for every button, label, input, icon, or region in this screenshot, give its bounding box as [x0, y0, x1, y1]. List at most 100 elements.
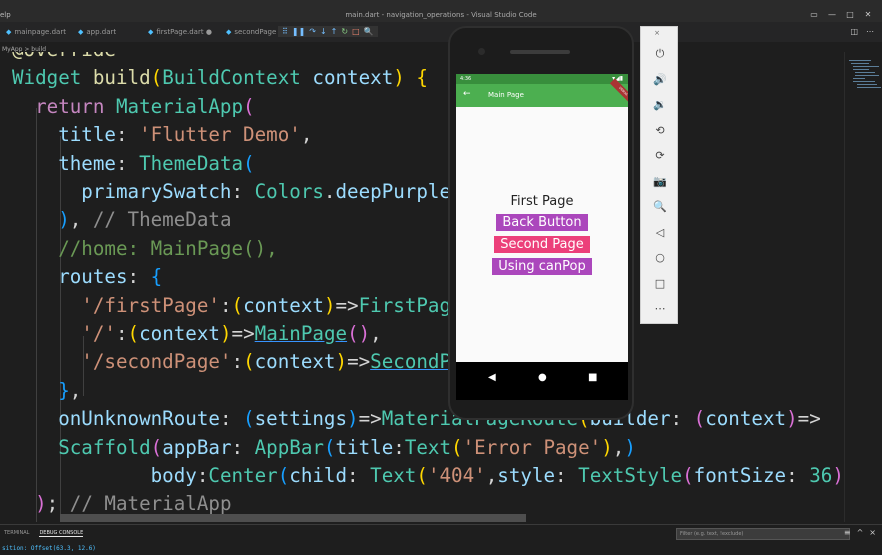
code-token: deepPurple [335, 180, 452, 203]
emulator-screen[interactable]: 4:36 ▾◢▮ ← Main Page DEBUG First Page Ba… [456, 74, 628, 400]
clear-console-icon[interactable]: ≡ [844, 528, 851, 537]
hot-reload-button[interactable]: ↻ [341, 27, 348, 36]
tab-secondpage[interactable]: ◆ secondPage [220, 22, 282, 42]
code-token: body [12, 464, 197, 487]
back-icon[interactable]: ◁ [641, 226, 679, 239]
code-token: ) [393, 66, 417, 90]
minimize-button[interactable]: — [826, 10, 838, 19]
code-line[interactable]: Scaffold(appBar: AppBar(title:Text('Erro… [12, 434, 636, 462]
code-line[interactable]: body:Center(child: Text('404',style: Tex… [12, 462, 844, 490]
nav-back-icon[interactable]: ◀ [488, 372, 496, 383]
code-token: ) [624, 435, 636, 459]
close-button[interactable]: ✕ [862, 10, 874, 19]
camera-icon[interactable]: 📷 [641, 175, 679, 188]
code-token: TextStyle [578, 464, 683, 487]
code-token: { [150, 265, 163, 289]
tab-mainpage[interactable]: ◆ mainpage.dart [0, 22, 72, 42]
more-actions-icon[interactable]: ⋯ [866, 27, 874, 36]
code-line[interactable]: ), // ThemeData [12, 206, 231, 234]
code-line[interactable]: title: 'Flutter Demo', [12, 121, 312, 149]
nav-overview-icon[interactable]: ■ [588, 372, 597, 383]
code-token: '/secondPage' [12, 350, 232, 374]
code-token: , [69, 378, 82, 402]
back-button[interactable]: Back Button [496, 214, 588, 231]
code-token: '404' [427, 464, 486, 487]
code-token: ( [323, 435, 336, 459]
console-filter-input[interactable]: Filter (e.g. text, !exclude) [676, 528, 850, 540]
code-token: , [300, 123, 313, 147]
close-panel-icon[interactable]: × [869, 528, 876, 537]
code-token: ) [832, 464, 844, 487]
inspect-widget-button[interactable]: 🔍 [364, 27, 374, 36]
code-token: title [12, 123, 116, 147]
code-token: } [12, 378, 70, 402]
code-line[interactable]: return MaterialApp( [12, 93, 255, 121]
code-line[interactable]: theme: ThemeData( [12, 150, 254, 178]
overview-icon[interactable]: □ [641, 277, 679, 290]
step-over-button[interactable]: ↷ [309, 27, 316, 36]
window-title: main.dart - navigation_operations - Visu… [345, 11, 537, 19]
code-token: : [555, 464, 579, 487]
rotate-left-icon[interactable]: ⟲ [641, 124, 679, 137]
code-token: Center [208, 464, 278, 487]
using-canpop-button[interactable]: Using canPop [492, 258, 592, 275]
power-icon[interactable]: ⏻ [641, 47, 679, 61]
volume-down-icon[interactable]: 🔉 [641, 98, 679, 111]
close-emulator-icon[interactable]: × [641, 29, 679, 37]
code-line[interactable]: }, [12, 377, 81, 405]
horizontal-scrollbar[interactable] [60, 514, 526, 522]
code-editor[interactable]: @override Widget build(BuildContext conte… [0, 52, 848, 522]
android-status-bar: 4:36 ▾◢▮ [456, 74, 628, 84]
drag-handle-icon[interactable]: ⠿ [282, 27, 288, 36]
window-controls: ▭ — □ ✕ [808, 10, 874, 19]
code-token: child [289, 464, 348, 487]
code-line[interactable]: @override [12, 52, 116, 64]
app-bar-title: Main Page [488, 91, 524, 99]
rotate-right-icon[interactable]: ⟳ [641, 149, 679, 162]
code-line[interactable]: onUnknownRoute: (settings)=>MaterialPage… [12, 405, 821, 433]
code-line[interactable]: '/secondPage':(context)=>SecondP [12, 348, 451, 376]
tab-terminal[interactable]: TERMINAL [4, 530, 29, 537]
code-token: @override [12, 52, 116, 61]
stop-button[interactable]: □ [352, 27, 360, 36]
code-line[interactable]: '/':(context)=>MainPage(), [12, 320, 381, 348]
code-token: ) [335, 350, 348, 374]
code-token: '/' [12, 322, 116, 345]
code-token: ) [323, 293, 336, 317]
volume-up-icon[interactable]: 🔊 [641, 73, 679, 86]
code-line[interactable]: primarySwatch: Colors.deepPurple [12, 178, 451, 206]
code-token: : [115, 151, 140, 175]
code-line[interactable]: '/firstPage':(context)=>FirstPag [12, 292, 451, 320]
maximize-panel-icon[interactable]: ^ [857, 528, 864, 537]
maximize-button[interactable]: □ [844, 10, 856, 19]
back-arrow-icon[interactable]: ← [463, 89, 471, 99]
nav-home-icon[interactable]: ● [538, 372, 547, 383]
tab-app[interactable]: ◆ app.dart [72, 22, 122, 42]
bottom-panel: TERMINAL DEBUG CONSOLE Filter (e.g. text… [0, 524, 882, 555]
code-token: , [485, 464, 498, 487]
code-line[interactable]: //home: MainPage(), [12, 235, 278, 263]
step-out-button[interactable]: ↑ [331, 27, 338, 36]
unsaved-dot-icon[interactable]: ● [206, 28, 212, 36]
code-token: : [115, 322, 128, 345]
code-token: . [323, 180, 336, 203]
code-token: => [347, 350, 371, 374]
split-editor-icon[interactable]: ◫ [850, 27, 858, 36]
code-token: => [358, 407, 382, 431]
more-icon[interactable]: ⋯ [641, 302, 679, 315]
second-page-button[interactable]: Second Page [494, 236, 590, 253]
minimap[interactable] [844, 52, 882, 522]
step-into-button[interactable]: ↓ [320, 27, 327, 36]
code-token: theme [12, 151, 116, 175]
tab-firstpage[interactable]: ◆ firstPage.dart ● [142, 22, 218, 42]
code-line[interactable]: routes: { [12, 263, 162, 291]
layout-icon[interactable]: ▭ [808, 10, 820, 19]
home-icon[interactable]: ○ [641, 251, 679, 264]
code-token: ) [786, 407, 798, 431]
code-token: : [231, 180, 255, 203]
tab-debug-console[interactable]: DEBUG CONSOLE [39, 530, 84, 537]
zoom-icon[interactable]: 🔍 [641, 200, 679, 213]
code-token: build [92, 66, 151, 90]
pause-button[interactable]: ❚❚ [292, 27, 305, 36]
code-line[interactable]: Widget build(BuildContext context) { [12, 64, 428, 92]
